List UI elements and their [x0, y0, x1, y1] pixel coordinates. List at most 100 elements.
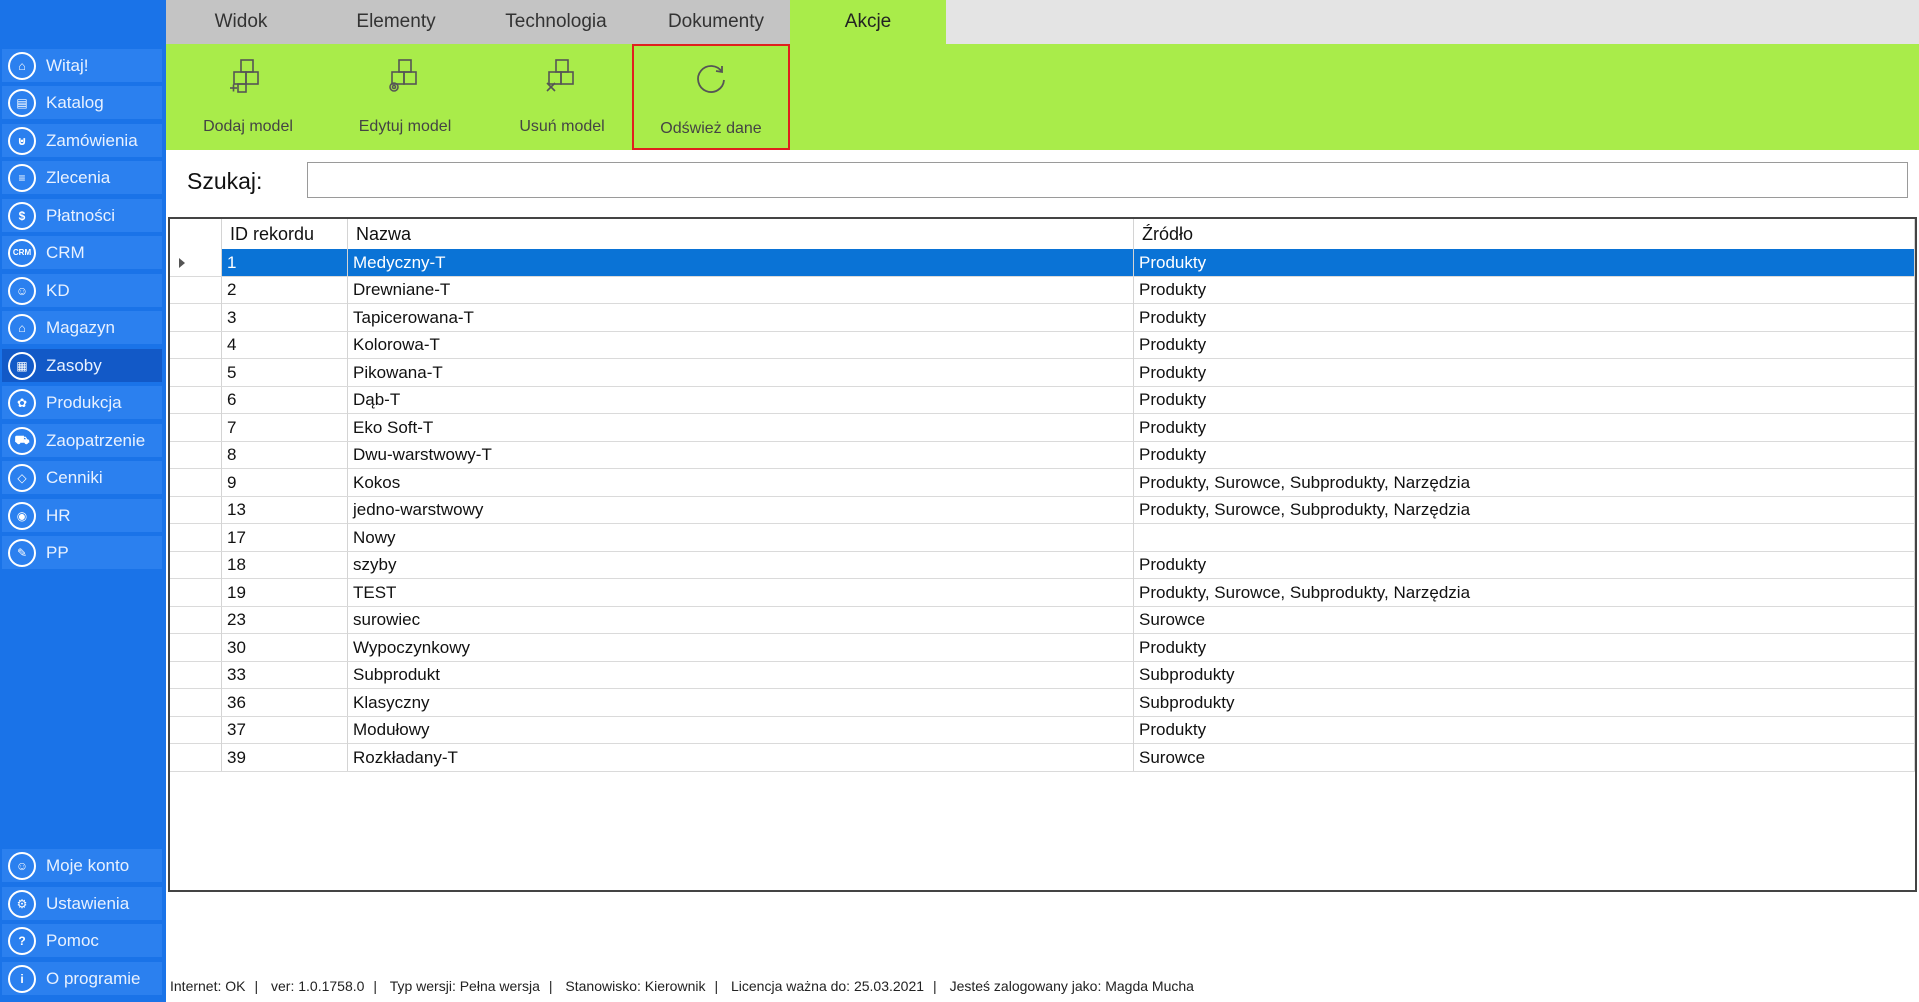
cell-source[interactable]: Produkty: [1134, 414, 1915, 441]
cell-name[interactable]: Tapicerowana-T: [348, 304, 1134, 331]
cell-source[interactable]: [1134, 524, 1915, 551]
sidebar-item-zaopatrzenie[interactable]: ⛟ Zaopatrzenie: [2, 424, 162, 457]
cell-source[interactable]: Surowce: [1134, 744, 1915, 771]
cell-source[interactable]: Produkty: [1134, 359, 1915, 386]
cell-name[interactable]: Dwu-warstwowy-T: [348, 441, 1134, 469]
row-header[interactable]: [170, 249, 222, 276]
table-row[interactable]: 33 Subprodukt Subprodukty: [170, 661, 1915, 689]
refresh-data-button[interactable]: Odśwież dane: [632, 44, 790, 150]
table-row[interactable]: 17 Nowy: [170, 524, 1915, 552]
cell-source[interactable]: Produkty: [1134, 304, 1915, 331]
cell-source[interactable]: Produkty: [1134, 249, 1915, 276]
cell-name[interactable]: Eko Soft-T: [348, 414, 1134, 441]
row-header[interactable]: [170, 744, 222, 771]
cell-source[interactable]: Produkty, Surowce, Subprodukty, Narzędzi…: [1134, 579, 1915, 606]
cell-name[interactable]: Nowy: [348, 524, 1134, 551]
cell-id[interactable]: 36: [222, 689, 348, 716]
table-row[interactable]: 1 Medyczny-T Produkty: [170, 249, 1915, 277]
cell-source[interactable]: Produkty: [1134, 331, 1915, 359]
sidebar-item-pomoc[interactable]: ? Pomoc: [2, 924, 162, 957]
cell-id[interactable]: 3: [222, 304, 348, 331]
cell-source[interactable]: Produkty: [1134, 386, 1915, 414]
cell-source[interactable]: Produkty: [1134, 276, 1915, 304]
cell-id[interactable]: 1: [222, 249, 348, 276]
delete-model-button[interactable]: Usuń model: [483, 44, 641, 150]
cell-id[interactable]: 6: [222, 386, 348, 414]
sidebar-item-produkcja[interactable]: ✿ Produkcja: [2, 386, 162, 419]
row-header[interactable]: [170, 524, 222, 551]
cell-name[interactable]: Wypoczynkowy: [348, 634, 1134, 661]
tab-widok[interactable]: Widok: [166, 0, 316, 44]
table-row[interactable]: 23 surowiec Surowce: [170, 606, 1915, 634]
table-row[interactable]: 7 Eko Soft-T Produkty: [170, 414, 1915, 442]
cell-name[interactable]: Kokos: [348, 469, 1134, 496]
table-row[interactable]: 19 TEST Produkty, Surowce, Subprodukty, Na…: [170, 579, 1915, 607]
row-header[interactable]: [170, 579, 222, 606]
table-row[interactable]: 8 Dwu-warstwowy-T Produkty: [170, 441, 1915, 469]
cell-id[interactable]: 18: [222, 551, 348, 579]
sidebar-item-kd[interactable]: ☺ KD: [2, 274, 162, 307]
tab-technologia[interactable]: Technologia: [476, 0, 636, 44]
cell-name[interactable]: TEST: [348, 579, 1134, 606]
sidebar-item-cenniki[interactable]: ◇ Cenniki: [2, 461, 162, 494]
cell-source[interactable]: Subprodukty: [1134, 689, 1915, 716]
sidebar-item-magazyn[interactable]: ⌂ Magazyn: [2, 311, 162, 344]
cell-name[interactable]: szyby: [348, 551, 1134, 579]
cell-name[interactable]: Modułowy: [348, 716, 1134, 744]
sidebar-item-ustawienia[interactable]: ⚙ Ustawienia: [2, 887, 162, 920]
row-header[interactable]: [170, 359, 222, 386]
cell-source[interactable]: Produkty, Surowce, Subprodukty, Narzędzi…: [1134, 469, 1915, 496]
row-header[interactable]: [170, 414, 222, 441]
cell-source[interactable]: Produkty: [1134, 634, 1915, 661]
table-row[interactable]: 3 Tapicerowana-T Produkty: [170, 304, 1915, 332]
table-row[interactable]: 37 Modułowy Produkty: [170, 716, 1915, 744]
header-id[interactable]: ID rekordu: [222, 219, 348, 249]
sidebar-item-zamowienia[interactable]: ⊍ Zamówienia: [2, 124, 162, 157]
tab-dokumenty[interactable]: Dokumenty: [636, 0, 796, 44]
sidebar-item-zasoby[interactable]: ▦ Zasoby: [2, 349, 162, 382]
sidebar-item-crm[interactable]: CRM CRM: [2, 236, 162, 269]
add-model-button[interactable]: Dodaj model: [169, 44, 327, 150]
sidebar-item-moje-konto[interactable]: ☺ Moje konto: [2, 849, 162, 882]
sidebar-item-platnosci[interactable]: $ Płatności: [2, 199, 162, 232]
cell-name[interactable]: jedno-warstwowy: [348, 496, 1134, 524]
cell-id[interactable]: 8: [222, 441, 348, 469]
cell-id[interactable]: 2: [222, 276, 348, 304]
table-row[interactable]: 13 jedno-warstwowy Produkty, Surowce, Subp…: [170, 496, 1915, 524]
table-row[interactable]: 36 Klasyczny Subprodukty: [170, 689, 1915, 717]
cell-source[interactable]: Surowce: [1134, 606, 1915, 634]
cell-id[interactable]: 33: [222, 661, 348, 689]
table-row[interactable]: 39 Rozkładany-T Surowce: [170, 744, 1915, 772]
table-row[interactable]: 5 Pikowana-T Produkty: [170, 359, 1915, 387]
cell-name[interactable]: surowiec: [348, 606, 1134, 634]
row-header[interactable]: [170, 606, 222, 634]
search-input[interactable]: [307, 162, 1908, 198]
row-header[interactable]: [170, 469, 222, 496]
cell-id[interactable]: 7: [222, 414, 348, 441]
cell-source[interactable]: Produkty: [1134, 551, 1915, 579]
table-row[interactable]: 2 Drewniane-T Produkty: [170, 276, 1915, 304]
tab-elementy[interactable]: Elementy: [316, 0, 476, 44]
cell-id[interactable]: 37: [222, 716, 348, 744]
row-header[interactable]: [170, 304, 222, 331]
sidebar-item-zlecenia[interactable]: ≡ Zlecenia: [2, 161, 162, 194]
header-name[interactable]: Nazwa: [348, 219, 1134, 249]
row-header[interactable]: [170, 276, 222, 304]
row-header[interactable]: [170, 634, 222, 661]
cell-name[interactable]: Subprodukt: [348, 661, 1134, 689]
sidebar-item-pp[interactable]: ✎ PP: [2, 536, 162, 569]
cell-id[interactable]: 9: [222, 469, 348, 496]
cell-name[interactable]: Pikowana-T: [348, 359, 1134, 386]
cell-id[interactable]: 5: [222, 359, 348, 386]
sidebar-item-katalog[interactable]: ▤ Katalog: [2, 86, 162, 119]
edit-model-button[interactable]: Edytuj model: [326, 44, 484, 150]
cell-id[interactable]: 39: [222, 744, 348, 771]
sidebar-item-witaj[interactable]: ⌂ Witaj!: [2, 49, 162, 82]
cell-name[interactable]: Kolorowa-T: [348, 331, 1134, 359]
table-row[interactable]: 4 Kolorowa-T Produkty: [170, 331, 1915, 359]
cell-id[interactable]: 13: [222, 496, 348, 524]
row-header[interactable]: [170, 386, 222, 414]
cell-name[interactable]: Dąb-T: [348, 386, 1134, 414]
cell-name[interactable]: Rozkładany-T: [348, 744, 1134, 771]
cell-name[interactable]: Drewniane-T: [348, 276, 1134, 304]
